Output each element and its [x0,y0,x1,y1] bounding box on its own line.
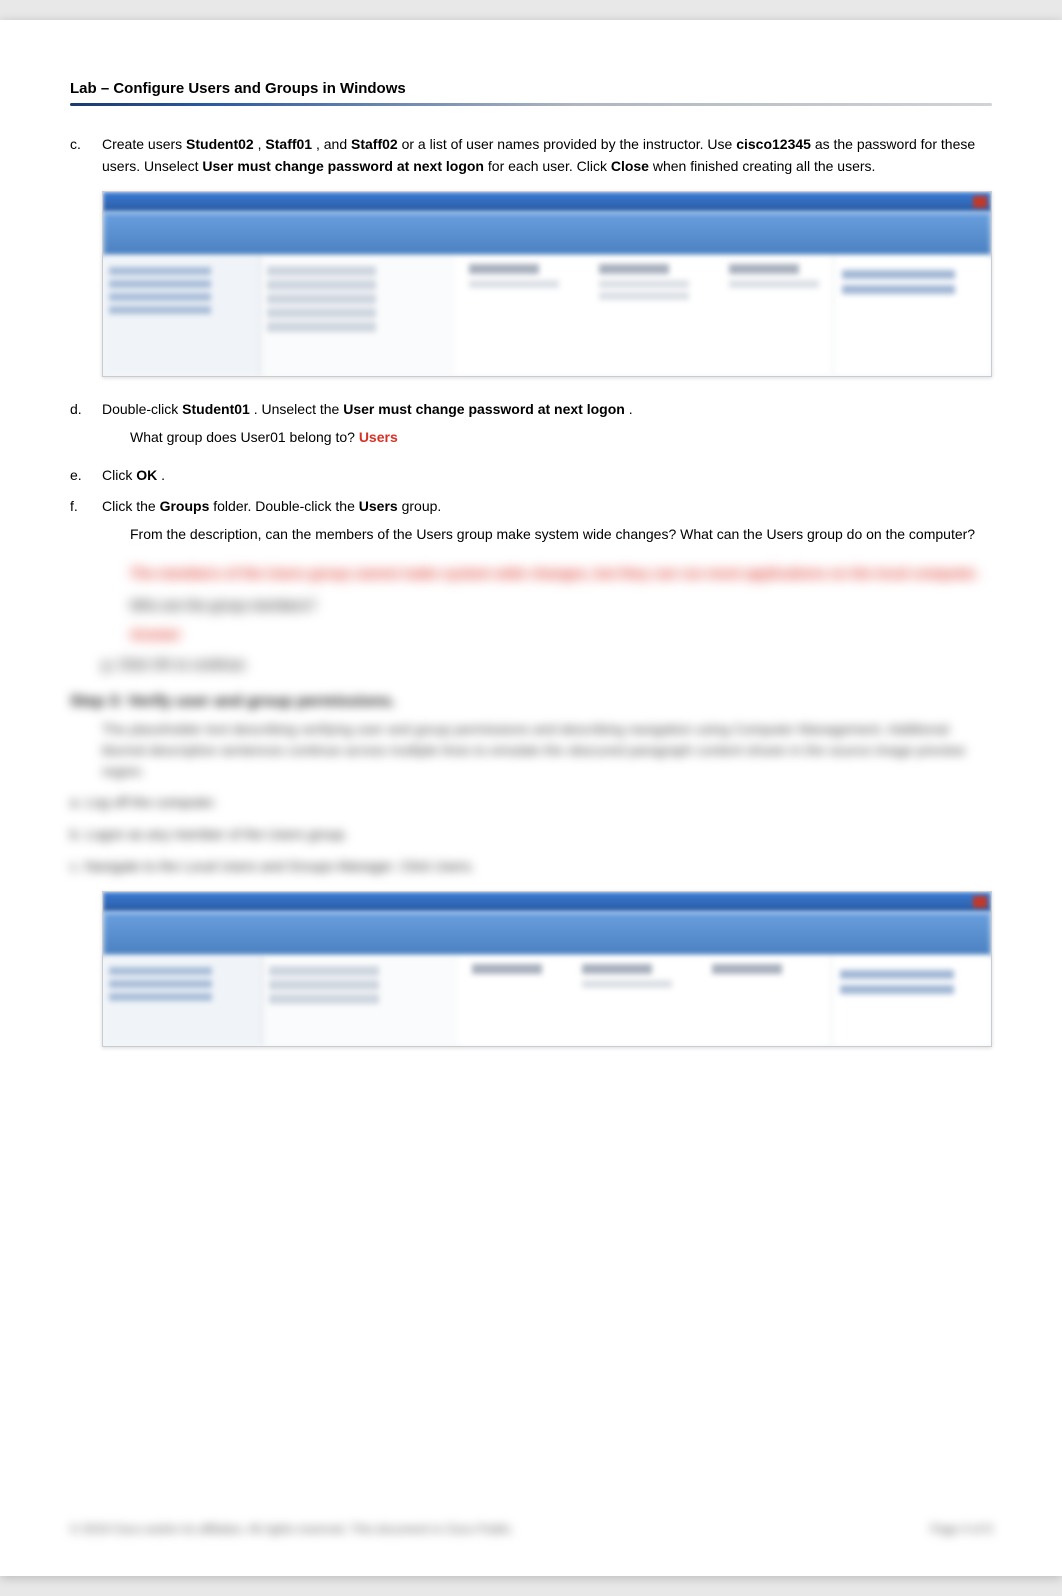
step-marker: c. [70,134,102,177]
step-marker: d. [70,399,102,454]
obscured-paragraph: The placeholder text describing verifyin… [102,719,992,782]
page-footer: © 2019 Cisco and/or its affiliates. All … [70,1522,992,1536]
step-d: d. Double-click Student01 . Unselect the… [70,399,992,454]
step-c: c. Create users Student02 , Staff01 , an… [70,134,992,177]
step-f-question: From the description, can the members of… [130,524,992,546]
list-item: b. Logon as any member of the Users grou… [70,824,992,846]
list-item: a. Log off the computer. [70,792,992,814]
step-body: Create users Student02 , Staff01 , and S… [102,134,992,177]
step-marker: f. [70,496,102,551]
screenshot-computer-management-1 [102,191,992,377]
step-f: f. Click the Groups folder. Double-click… [70,496,992,551]
list-item: c. Navigate to the Local Users and Group… [70,856,992,878]
screenshot-computer-management-2 [102,891,992,1047]
step-e: e. Click OK . [70,465,992,487]
step-d-question: What group does User01 belong to? Users [130,427,992,449]
answer-users: Users [359,429,398,445]
page-title: Lab – Configure Users and Groups in Wind… [70,80,992,97]
header-rule [70,103,992,106]
obscured-answer-block: The members of the Users group cannot ma… [130,562,992,645]
obscured-step-g: g. Click OK to continue. [102,653,992,675]
obscured-step-heading: Step 3: Verify user and group permission… [70,693,992,711]
footer-right: Page 4 of 9 [931,1522,992,1536]
footer-left: © 2019 Cisco and/or its affiliates. All … [70,1522,514,1536]
document-page: Lab – Configure Users and Groups in Wind… [0,20,1062,1576]
step-body: Double-click Student01 . Unselect the Us… [102,399,992,454]
step-body: Click OK . [102,465,992,487]
obscured-substeps: a. Log off the computer. b. Logon as any… [70,792,992,877]
step-marker: e. [70,465,102,487]
step-body: Click the Groups folder. Double-click th… [102,496,992,551]
